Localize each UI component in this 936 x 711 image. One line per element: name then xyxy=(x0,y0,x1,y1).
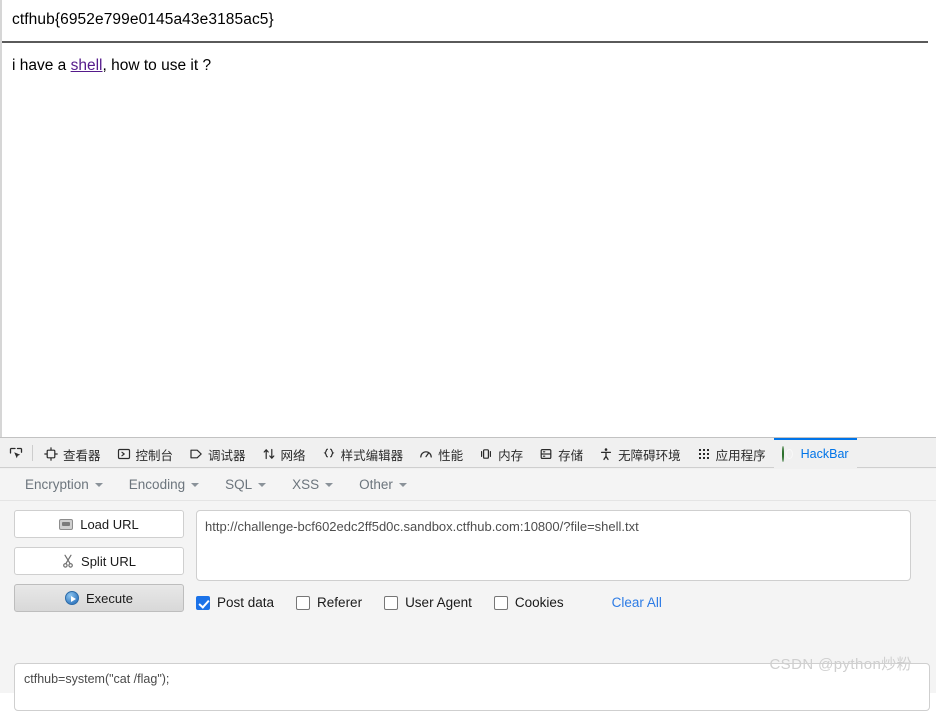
menu-encoding[interactable]: Encoding xyxy=(118,473,210,496)
menu-label: Other xyxy=(359,477,393,492)
user-agent-checkbox[interactable] xyxy=(384,595,399,610)
devtools-tab-performance[interactable]: 性能 xyxy=(411,438,471,468)
hackbar-action-buttons: Load URL Split URL Execute xyxy=(14,510,184,612)
rendered-page: ctfhub{6952e799e0145a43e3185ac5} i have … xyxy=(0,0,936,437)
button-label: Split URL xyxy=(81,553,136,569)
devtools-tab-inspector[interactable]: 查看器 xyxy=(36,438,109,468)
devtools-panel: 查看器 控制台 调试器 网络 样式编辑器 性能 内存 存储 无障碍环境 应用程序… xyxy=(0,437,936,711)
scissors-icon xyxy=(62,554,74,568)
shell-hint-line: i have a shell, how to use it ? xyxy=(10,56,926,76)
debugger-icon xyxy=(189,447,203,461)
devtools-tab-storage[interactable]: 存储 xyxy=(531,438,591,468)
menu-label: Encryption xyxy=(25,477,89,492)
console-icon xyxy=(117,447,131,461)
menu-sql[interactable]: SQL xyxy=(214,473,277,496)
post-data-input[interactable] xyxy=(14,663,930,711)
referer-checkbox[interactable] xyxy=(296,595,311,610)
devtools-tab-accessibility[interactable]: 无障碍环境 xyxy=(591,438,689,468)
hackbar-globe-icon xyxy=(781,446,796,462)
clear-all-link[interactable]: Clear All xyxy=(612,595,662,610)
hackbar-url-area: Post data Referer User Agent Cookies C xyxy=(196,510,928,612)
memory-icon xyxy=(479,447,493,461)
storage-icon xyxy=(539,447,553,461)
chevron-down-icon xyxy=(258,482,267,487)
devtools-tab-label: 性能 xyxy=(438,448,464,463)
accessibility-icon xyxy=(599,447,613,461)
devtools-tab-label: 网络 xyxy=(280,448,306,463)
url-input[interactable] xyxy=(196,510,911,581)
split-url-button[interactable]: Split URL xyxy=(14,547,184,575)
devtools-tabbar: 查看器 控制台 调试器 网络 样式编辑器 性能 内存 存储 无障碍环境 应用程序… xyxy=(0,438,936,468)
shell-link[interactable]: shell xyxy=(71,57,103,74)
request-options-row: Post data Referer User Agent Cookies Cle… xyxy=(196,595,928,610)
inspector-icon xyxy=(44,447,58,461)
devtools-tab-network[interactable]: 网络 xyxy=(254,438,314,468)
element-picker-icon xyxy=(9,447,23,461)
option-referer[interactable]: Referer xyxy=(296,595,362,610)
hackbar-body: Load URL Split URL Execute http://challe… xyxy=(0,501,936,612)
devtools-tab-application[interactable]: 应用程序 xyxy=(689,438,774,468)
menu-label: SQL xyxy=(225,477,253,492)
devtools-tab-label: 调试器 xyxy=(208,448,246,463)
devtools-tab-label: 样式编辑器 xyxy=(340,448,404,463)
option-post-data[interactable]: Post data xyxy=(196,595,274,610)
play-icon xyxy=(65,591,79,605)
option-label: Cookies xyxy=(514,595,564,610)
cookies-checkbox[interactable] xyxy=(493,595,508,610)
load-url-button[interactable]: Load URL xyxy=(14,510,184,538)
horizontal-divider xyxy=(2,41,928,43)
post-data-checkbox[interactable] xyxy=(196,595,210,610)
option-label: Referer xyxy=(317,595,363,610)
style-editor-icon xyxy=(322,447,336,461)
devtools-tab-hackbar[interactable]: HackBar xyxy=(773,438,857,468)
load-url-icon xyxy=(59,518,74,530)
devtools-tab-label: 查看器 xyxy=(63,448,101,463)
devtools-tab-console[interactable]: 控制台 xyxy=(109,438,182,468)
devtools-tab-label: 存储 xyxy=(558,448,584,463)
devtools-tab-label: 无障碍环境 xyxy=(618,448,681,463)
chevron-down-icon xyxy=(398,482,407,487)
shell-hint-prefix: i have a xyxy=(12,57,71,74)
devtools-tab-debugger[interactable]: 调试器 xyxy=(181,438,254,468)
devtools-tab-label: 内存 xyxy=(498,448,524,463)
devtools-tab-label: HackBar xyxy=(800,447,849,461)
chevron-down-icon xyxy=(325,482,334,487)
option-cookies[interactable]: Cookies xyxy=(493,595,564,610)
network-icon xyxy=(262,447,276,461)
menu-label: Encoding xyxy=(128,477,186,492)
hackbar-panel: Encryption Encoding SQL XSS Other Load U… xyxy=(0,469,936,711)
option-label: User Agent xyxy=(405,595,472,610)
application-icon xyxy=(697,447,711,461)
option-user-agent[interactable]: User Agent xyxy=(384,595,472,610)
shell-hint-suffix: , how to use it ? xyxy=(102,57,212,74)
devtools-tab-label: 应用程序 xyxy=(715,448,766,463)
devtools-tab-style-editor[interactable]: 样式编辑器 xyxy=(314,438,412,468)
chevron-down-icon xyxy=(191,482,200,487)
menu-xss[interactable]: XSS xyxy=(281,473,344,496)
flag-text: ctfhub{6952e799e0145a43e3185ac5} xyxy=(12,11,274,28)
menu-other[interactable]: Other xyxy=(348,473,418,496)
hackbar-menubar: Encryption Encoding SQL XSS Other xyxy=(0,469,936,501)
devtools-tab-memory[interactable]: 内存 xyxy=(471,438,531,468)
menu-encryption[interactable]: Encryption xyxy=(14,473,114,496)
execute-button[interactable]: Execute xyxy=(14,584,184,612)
chevron-down-icon xyxy=(94,482,103,487)
button-label: Load URL xyxy=(80,516,139,532)
performance-icon xyxy=(419,447,433,461)
menu-label: XSS xyxy=(292,477,320,492)
tabbar-separator xyxy=(32,444,33,461)
option-label: Post data xyxy=(217,595,275,610)
button-label: Execute xyxy=(86,590,133,606)
devtools-tab-label: 控制台 xyxy=(135,448,174,463)
element-picker-button[interactable] xyxy=(4,438,30,468)
